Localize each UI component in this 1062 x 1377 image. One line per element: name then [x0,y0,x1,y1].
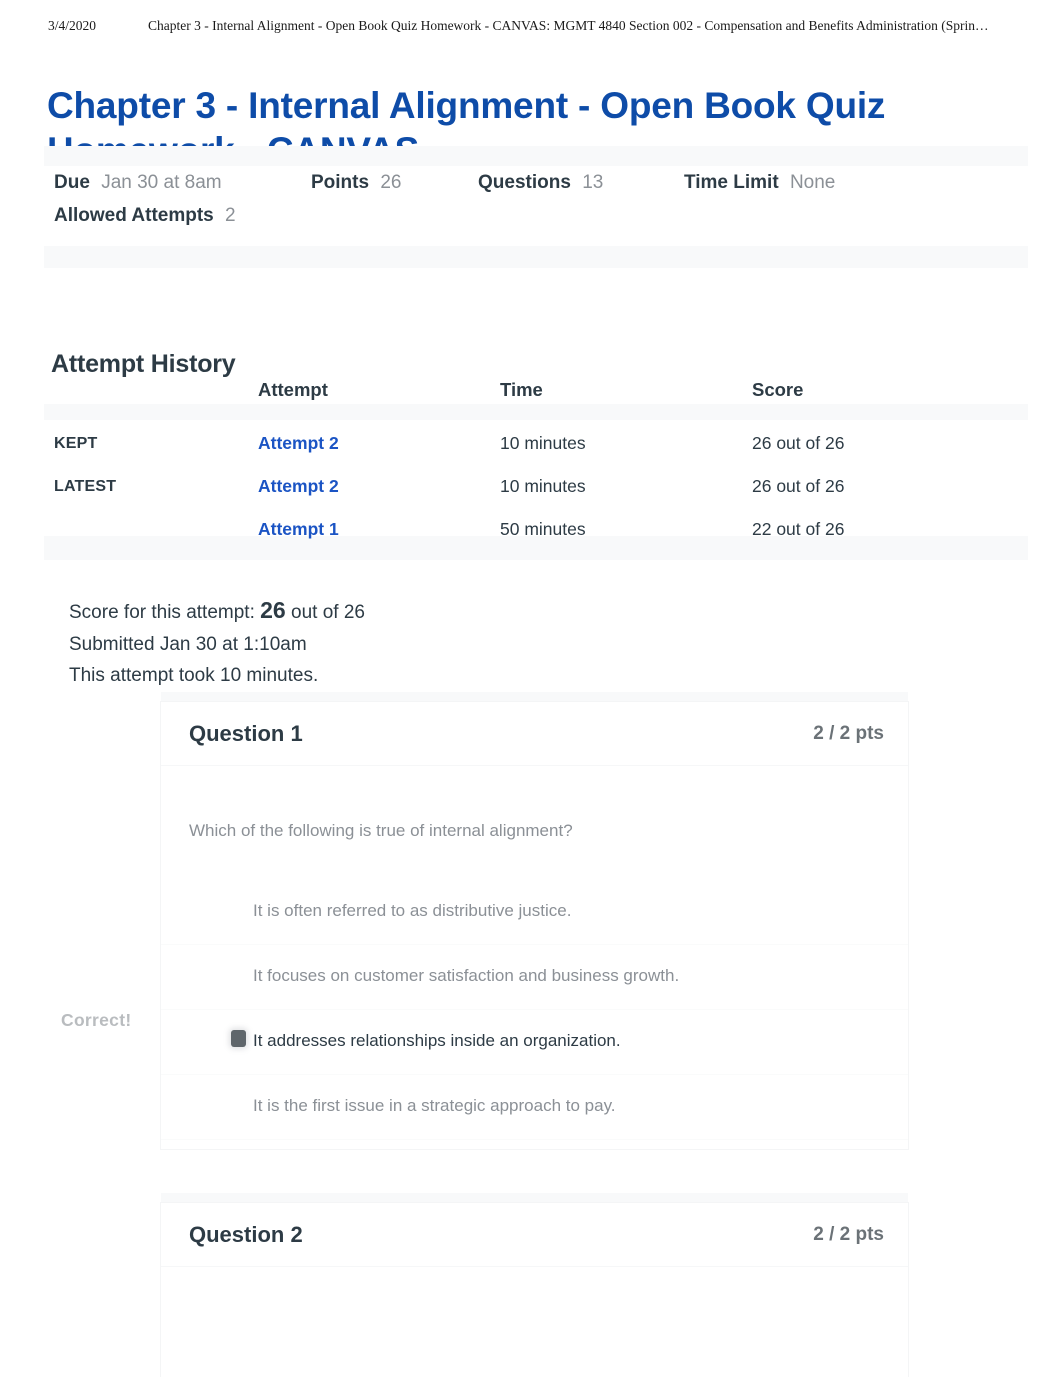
quiz-metadata-row-2: Allowed Attempts 2 [54,205,1004,238]
attempt-time: 50 minutes [500,519,586,539]
quiz-metadata: Due Jan 30 at 8am Points 26 Questions 13… [54,172,1004,238]
quiz-meta-questions-label: Questions [478,172,571,193]
answer-list: It is often referred to as distributive … [161,880,908,1178]
quiz-meta-points-label: Points [311,172,370,193]
answer-list-spacer [161,1140,908,1178]
radio-unselected-icon [231,965,246,982]
quiz-meta-due: Due Jan 30 at 8am [54,172,222,194]
answer-option-label: It addresses relationships inside an org… [253,1031,621,1050]
answer-option-label: It is often referred to as distributive … [253,901,572,920]
answer-option-selected[interactable]: It addresses relationships inside an org… [161,1010,908,1075]
quiz-meta-allowed-attempts-value: 2 [225,205,236,226]
section-divider-band [44,246,1028,268]
attempt-link[interactable]: Attempt 1 [258,519,339,539]
quiz-meta-allowed-attempts: Allowed Attempts 2 [54,205,236,227]
radio-unselected-icon [231,900,246,917]
submitted-timestamp: Submitted Jan 30 at 1:10am [69,633,307,655]
attempt-link[interactable]: Attempt 2 [258,433,339,453]
score-line: Score for this attempt: 26 out of 26 [69,595,365,629]
attempt-score: 26 out of 26 [752,433,845,453]
answer-option[interactable]: It is often referred to as distributive … [161,880,908,945]
column-header-time: Time [500,379,543,400]
table-row: KEPT Attempt 2 10 minutes 26 out of 26 [54,422,1029,465]
quiz-meta-due-label: Due [54,172,90,193]
quiz-meta-time-limit: Time Limit None [684,172,835,194]
quiz-meta-allowed-attempts-label: Allowed Attempts [54,205,214,226]
table-row: Attempt 1 50 minutes 22 out of 26 [54,508,1029,551]
attempt-link-cell: Attempt 2 [258,465,500,508]
question-card-1: Question 1 2 / 2 pts Which of the follow… [161,702,908,1149]
question-card-top-strip [161,692,908,702]
print-header: 3/4/2020 Chapter 3 - Internal Alignment … [0,18,1062,40]
column-header-flag [54,378,258,422]
column-header-score: Score [752,379,804,400]
print-header-date: 3/4/2020 [48,18,97,33]
attempt-time: 10 minutes [500,476,586,496]
attempt-history-heading: Attempt History [51,349,236,378]
attempt-status-flag: KEPT [54,434,98,452]
question-points: 2 / 2 pts [813,1224,884,1245]
question-card-top-strip [161,1193,908,1203]
question-header: Question 1 2 / 2 pts [161,702,908,766]
radio-selected-icon [231,1030,246,1047]
question-title: Question 2 [189,1222,303,1247]
question-card-2: Question 2 2 / 2 pts [161,1203,908,1377]
attempt-duration: This attempt took 10 minutes. [69,665,319,686]
question-points: 2 / 2 pts [813,723,884,744]
column-header-attempt: Attempt [258,379,328,400]
quiz-meta-points: Points 26 [311,172,401,194]
attempt-history-table: Attempt Time Score KEPT Attempt 2 10 min… [54,378,1029,551]
answer-option-label: It focuses on customer satisfaction and … [253,966,680,985]
section-divider-band [44,146,1028,166]
answer-option-label: It is the first issue in a strategic app… [253,1096,616,1115]
score-suffix: out of 26 [291,602,365,623]
question-feedback-flag: Correct! [61,1010,132,1030]
table-row: LATEST Attempt 2 10 minutes 26 out of 26 [54,465,1029,508]
quiz-meta-due-value: Jan 30 at 8am [101,172,222,193]
attempt-link[interactable]: Attempt 2 [258,476,339,496]
attempt-status-flag: LATEST [54,477,117,495]
attempt-time: 10 minutes [500,433,586,453]
attempt-link-cell: Attempt 2 [258,422,500,465]
attempt-score: 22 out of 26 [752,519,845,539]
question-title: Question 1 [189,721,303,746]
quiz-meta-time-limit-label: Time Limit [684,172,779,193]
quiz-meta-time-limit-value: None [789,172,836,193]
score-value: 26 [260,597,286,623]
quiz-meta-points-value: 26 [380,172,402,193]
question-body [161,1267,908,1377]
table-header-row: Attempt Time Score [54,378,1029,422]
answer-option[interactable]: It is the first issue in a strategic app… [161,1075,908,1140]
question-header: Question 2 2 / 2 pts [161,1203,908,1267]
quiz-metadata-row-1: Due Jan 30 at 8am Points 26 Questions 13… [54,172,1004,205]
print-header-document-title: Chapter 3 - Internal Alignment - Open Bo… [148,18,989,33]
attempt-status-flag [54,508,258,551]
attempt-score: 26 out of 26 [752,476,845,496]
answer-option[interactable]: It focuses on customer satisfaction and … [161,945,908,1010]
quiz-meta-questions: Questions 13 [478,172,603,194]
score-prefix: Score for this attempt: [69,602,255,623]
question-body: Which of the following is true of intern… [161,766,908,1149]
quiz-meta-questions-value: 13 [582,172,604,193]
attempt-link-cell: Attempt 1 [258,508,500,551]
radio-unselected-icon [231,1095,246,1112]
question-prompt: Which of the following is true of intern… [189,821,573,840]
score-summary: Score for this attempt: 26 out of 26 Sub… [69,595,365,692]
